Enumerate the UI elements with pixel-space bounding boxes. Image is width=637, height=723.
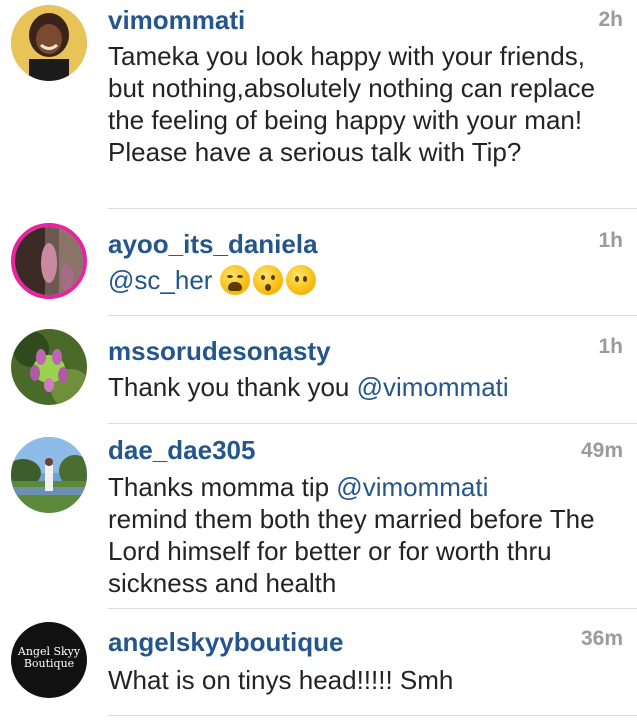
comment-text: Thanks momma tip @vimommati remind them … <box>108 471 623 599</box>
comment-text: Tameka you look happy with your friends,… <box>108 41 596 167</box>
mention-link[interactable]: @vimommati <box>336 472 488 502</box>
comment-username[interactable]: mssorudesonasty <box>108 335 331 367</box>
comment-text: What is on tinys head!!!!! Smh <box>108 665 454 695</box>
comment-text: @sc_her <box>108 264 623 296</box>
comment-text: Thank you thank you @vimommati <box>108 371 623 403</box>
avatar-logo-text: Boutique <box>23 657 75 670</box>
mention-link[interactable]: @sc_her <box>108 265 212 295</box>
avatar-mssorudesonasty[interactable] <box>11 329 87 405</box>
comment-divider <box>108 315 637 316</box>
comment-text-part: Thanks momma tip <box>108 472 337 502</box>
comment-divider <box>108 608 637 609</box>
comment-timestamp: 1h <box>598 335 623 358</box>
comment-divider <box>108 208 637 209</box>
comment-username[interactable]: vimommati <box>108 4 245 36</box>
avatar-angelskyyboutique[interactable]: Angel Skyy Boutique <box>11 622 87 698</box>
weary-face-emoji <box>219 265 250 295</box>
comment-text-part: Thank you thank you <box>108 372 357 402</box>
comment-text-part: remind them both they married before The… <box>108 504 595 598</box>
comment-username[interactable]: dae_dae305 <box>108 434 255 466</box>
hushed-face-emoji <box>252 265 283 295</box>
avatar-vimommati[interactable] <box>11 5 87 81</box>
comment-divider <box>108 715 637 716</box>
comment-timestamp: 36m <box>580 627 623 650</box>
avatar-dae-dae305[interactable] <box>11 437 87 513</box>
comment-divider <box>108 423 637 424</box>
comment-username[interactable]: angelskyyboutique <box>108 626 344 658</box>
comment-timestamp: 2h <box>598 8 623 31</box>
no-mouth-face-emoji <box>285 265 316 295</box>
mention-link[interactable]: @vimommati <box>357 372 509 402</box>
comment-timestamp: 1h <box>598 229 623 252</box>
comment-username[interactable]: ayoo_its_daniela <box>108 228 318 260</box>
avatar-ayoo-its-daniela[interactable] <box>11 223 87 299</box>
comment-timestamp: 49m <box>580 439 623 462</box>
